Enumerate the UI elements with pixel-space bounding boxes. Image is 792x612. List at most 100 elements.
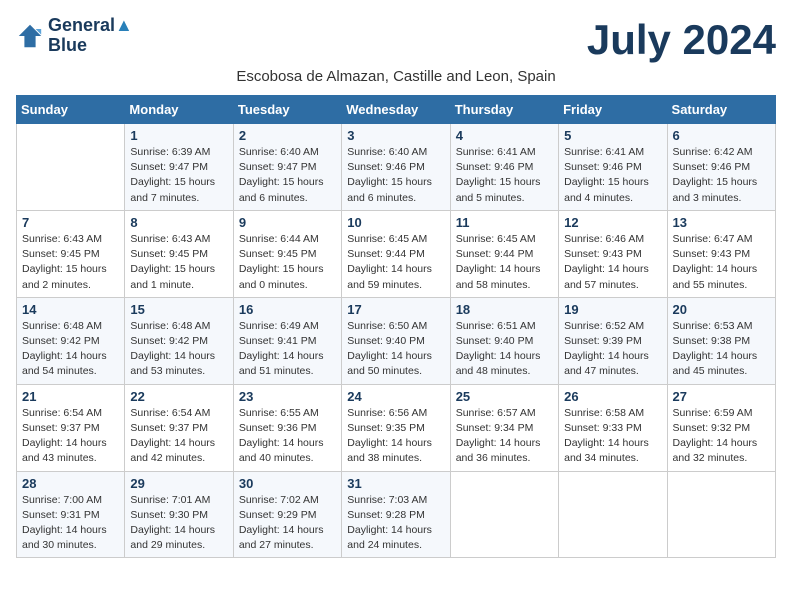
day-info: Sunrise: 6:48 AM Sunset: 9:42 PM Dayligh…: [130, 319, 227, 380]
day-info: Sunrise: 6:51 AM Sunset: 9:40 PM Dayligh…: [456, 319, 553, 380]
header-cell-thursday: Thursday: [450, 96, 558, 124]
logo: General▲ Blue: [16, 16, 133, 56]
day-info: Sunrise: 6:45 AM Sunset: 9:44 PM Dayligh…: [347, 232, 444, 293]
day-cell: 27Sunrise: 6:59 AM Sunset: 9:32 PM Dayli…: [667, 384, 775, 471]
day-number: 4: [456, 128, 553, 143]
day-number: 14: [22, 302, 119, 317]
day-info: Sunrise: 6:43 AM Sunset: 9:45 PM Dayligh…: [130, 232, 227, 293]
day-number: 23: [239, 389, 336, 404]
day-number: 18: [456, 302, 553, 317]
day-cell: 16 Sunrise: 6:49 AM Sunset: 9:41 PM Dayli…: [233, 297, 341, 384]
day-number: 9: [239, 215, 336, 230]
day-cell: 24Sunrise: 6:56 AM Sunset: 9:35 PM Dayli…: [342, 384, 450, 471]
day-number: 1: [130, 128, 227, 143]
day-number: 3: [347, 128, 444, 143]
day-cell: [667, 471, 775, 558]
day-cell: 30Sunrise: 7:02 AM Sunset: 9:29 PM Dayli…: [233, 471, 341, 558]
day-cell: 25Sunrise: 6:57 AM Sunset: 9:34 PM Dayli…: [450, 384, 558, 471]
day-info: Sunrise: 6:57 AM Sunset: 9:34 PM Dayligh…: [456, 406, 553, 467]
day-info: Sunrise: 6:46 AM Sunset: 9:43 PM Dayligh…: [564, 232, 661, 293]
subtitle: Escobosa de Almazan, Castille and Leon, …: [16, 68, 776, 85]
day-cell: 17 Sunrise: 6:50 AM Sunset: 9:40 PM Dayli…: [342, 297, 450, 384]
day-cell: 15 Sunrise: 6:48 AM Sunset: 9:42 PM Dayli…: [125, 297, 233, 384]
day-cell: 18 Sunrise: 6:51 AM Sunset: 9:40 PM Dayli…: [450, 297, 558, 384]
logo-text: General▲ Blue: [48, 16, 133, 56]
day-info: Sunrise: 6:58 AM Sunset: 9:33 PM Dayligh…: [564, 406, 661, 467]
day-number: 13: [673, 215, 770, 230]
day-cell: 11 Sunrise: 6:45 AM Sunset: 9:44 PM Dayli…: [450, 210, 558, 297]
day-number: 22: [130, 389, 227, 404]
day-number: 16: [239, 302, 336, 317]
day-info: Sunrise: 6:55 AM Sunset: 9:36 PM Dayligh…: [239, 406, 336, 467]
header-cell-monday: Monday: [125, 96, 233, 124]
day-info: Sunrise: 7:01 AM Sunset: 9:30 PM Dayligh…: [130, 493, 227, 554]
day-info: Sunrise: 6:49 AM Sunset: 9:41 PM Dayligh…: [239, 319, 336, 380]
calendar-table: SundayMondayTuesdayWednesdayThursdayFrid…: [16, 95, 776, 558]
day-info: Sunrise: 6:53 AM Sunset: 9:38 PM Dayligh…: [673, 319, 770, 380]
week-row-1: 1 Sunrise: 6:39 AM Sunset: 9:47 PM Daylig…: [17, 124, 776, 211]
day-cell: 4 Sunrise: 6:41 AM Sunset: 9:46 PM Daylig…: [450, 124, 558, 211]
day-info: Sunrise: 6:45 AM Sunset: 9:44 PM Dayligh…: [456, 232, 553, 293]
day-number: 28: [22, 476, 119, 491]
day-cell: 22 Sunrise: 6:54 AM Sunset: 9:37 PM Dayli…: [125, 384, 233, 471]
day-number: 29: [130, 476, 227, 491]
day-number: 26: [564, 389, 661, 404]
day-cell: 9Sunrise: 6:44 AM Sunset: 9:45 PM Daylig…: [233, 210, 341, 297]
day-info: Sunrise: 6:50 AM Sunset: 9:40 PM Dayligh…: [347, 319, 444, 380]
month-title: July 2024: [587, 16, 776, 64]
day-info: Sunrise: 6:54 AM Sunset: 9:37 PM Dayligh…: [22, 406, 119, 467]
day-cell: 31 Sunrise: 7:03 AM Sunset: 9:28 PM Dayli…: [342, 471, 450, 558]
day-info: Sunrise: 6:40 AM Sunset: 9:47 PM Dayligh…: [239, 145, 336, 206]
day-info: Sunrise: 6:48 AM Sunset: 9:42 PM Dayligh…: [22, 319, 119, 380]
header-cell-tuesday: Tuesday: [233, 96, 341, 124]
day-cell: 7 Sunrise: 6:43 AM Sunset: 9:45 PM Daylig…: [17, 210, 125, 297]
day-number: 11: [456, 215, 553, 230]
week-row-3: 14 Sunrise: 6:48 AM Sunset: 9:42 PM Dayli…: [17, 297, 776, 384]
day-info: Sunrise: 6:56 AM Sunset: 9:35 PM Dayligh…: [347, 406, 444, 467]
day-cell: 12 Sunrise: 6:46 AM Sunset: 9:43 PM Dayli…: [559, 210, 667, 297]
header-cell-saturday: Saturday: [667, 96, 775, 124]
day-cell: 20Sunrise: 6:53 AM Sunset: 9:38 PM Dayli…: [667, 297, 775, 384]
day-cell: 10 Sunrise: 6:45 AM Sunset: 9:44 PM Dayli…: [342, 210, 450, 297]
day-cell: 2Sunrise: 6:40 AM Sunset: 9:47 PM Daylig…: [233, 124, 341, 211]
day-cell: 14 Sunrise: 6:48 AM Sunset: 9:42 PM Dayli…: [17, 297, 125, 384]
day-cell: 6 Sunrise: 6:42 AM Sunset: 9:46 PM Daylig…: [667, 124, 775, 211]
day-info: Sunrise: 6:39 AM Sunset: 9:47 PM Dayligh…: [130, 145, 227, 206]
day-info: Sunrise: 6:43 AM Sunset: 9:45 PM Dayligh…: [22, 232, 119, 293]
day-number: 6: [673, 128, 770, 143]
header-cell-wednesday: Wednesday: [342, 96, 450, 124]
day-number: 31: [347, 476, 444, 491]
day-number: 21: [22, 389, 119, 404]
day-info: Sunrise: 6:41 AM Sunset: 9:46 PM Dayligh…: [564, 145, 661, 206]
day-cell: 13 Sunrise: 6:47 AM Sunset: 9:43 PM Dayli…: [667, 210, 775, 297]
week-row-4: 21 Sunrise: 6:54 AM Sunset: 9:37 PM Dayli…: [17, 384, 776, 471]
day-number: 19: [564, 302, 661, 317]
day-cell: 21 Sunrise: 6:54 AM Sunset: 9:37 PM Dayli…: [17, 384, 125, 471]
day-info: Sunrise: 6:40 AM Sunset: 9:46 PM Dayligh…: [347, 145, 444, 206]
week-row-2: 7 Sunrise: 6:43 AM Sunset: 9:45 PM Daylig…: [17, 210, 776, 297]
day-number: 7: [22, 215, 119, 230]
day-cell: 26 Sunrise: 6:58 AM Sunset: 9:33 PM Dayli…: [559, 384, 667, 471]
day-number: 8: [130, 215, 227, 230]
day-info: Sunrise: 6:47 AM Sunset: 9:43 PM Dayligh…: [673, 232, 770, 293]
day-number: 15: [130, 302, 227, 317]
day-cell: 23 Sunrise: 6:55 AM Sunset: 9:36 PM Dayli…: [233, 384, 341, 471]
day-cell: 3 Sunrise: 6:40 AM Sunset: 9:46 PM Daylig…: [342, 124, 450, 211]
day-number: 12: [564, 215, 661, 230]
day-info: Sunrise: 6:52 AM Sunset: 9:39 PM Dayligh…: [564, 319, 661, 380]
day-cell: 29 Sunrise: 7:01 AM Sunset: 9:30 PM Dayli…: [125, 471, 233, 558]
day-number: 10: [347, 215, 444, 230]
day-info: Sunrise: 6:54 AM Sunset: 9:37 PM Dayligh…: [130, 406, 227, 467]
header-row: SundayMondayTuesdayWednesdayThursdayFrid…: [17, 96, 776, 124]
day-info: Sunrise: 7:02 AM Sunset: 9:29 PM Dayligh…: [239, 493, 336, 554]
day-cell: 1 Sunrise: 6:39 AM Sunset: 9:47 PM Daylig…: [125, 124, 233, 211]
day-number: 17: [347, 302, 444, 317]
logo-icon: [16, 22, 44, 50]
day-info: Sunrise: 6:42 AM Sunset: 9:46 PM Dayligh…: [673, 145, 770, 206]
day-info: Sunrise: 6:41 AM Sunset: 9:46 PM Dayligh…: [456, 145, 553, 206]
day-cell: 28Sunrise: 7:00 AM Sunset: 9:31 PM Dayli…: [17, 471, 125, 558]
day-number: 27: [673, 389, 770, 404]
day-cell: 8 Sunrise: 6:43 AM Sunset: 9:45 PM Daylig…: [125, 210, 233, 297]
day-info: Sunrise: 7:03 AM Sunset: 9:28 PM Dayligh…: [347, 493, 444, 554]
week-row-5: 28Sunrise: 7:00 AM Sunset: 9:31 PM Dayli…: [17, 471, 776, 558]
